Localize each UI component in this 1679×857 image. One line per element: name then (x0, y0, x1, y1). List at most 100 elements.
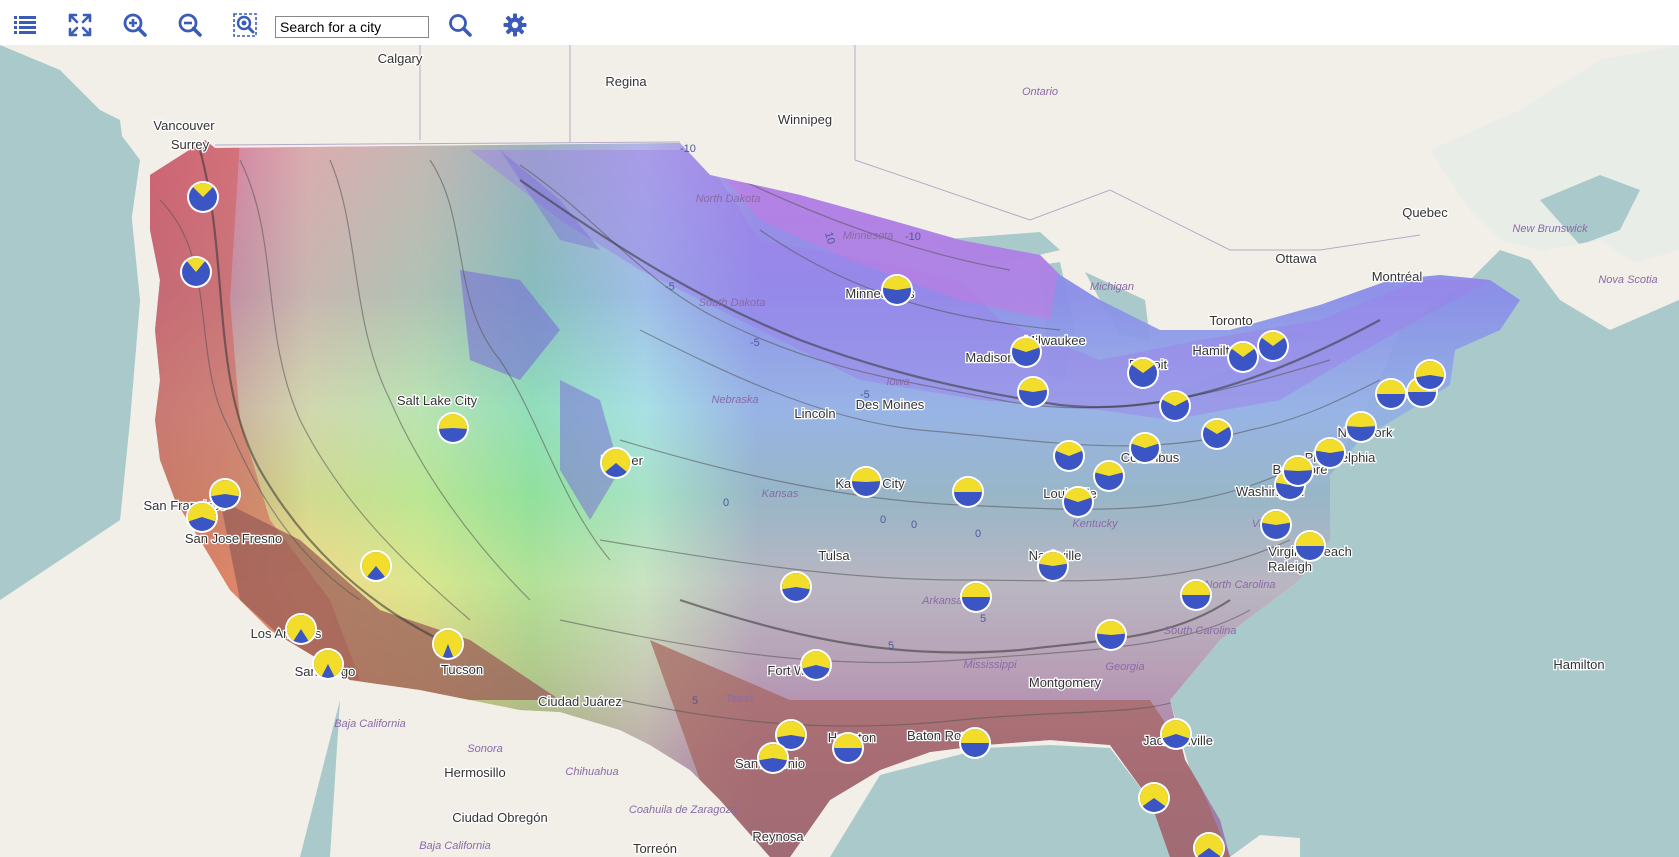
region-label: Ontario (1022, 86, 1058, 98)
region-label: Kansas (762, 488, 799, 500)
region-label: Iowa (886, 376, 909, 388)
city-label: Madison (965, 350, 1014, 365)
zoom-in-icon (123, 13, 147, 37)
city-label: Hermosillo (444, 765, 505, 780)
city-pie-marker[interactable] (800, 649, 832, 681)
search-icon (449, 14, 472, 37)
region-label: Nova Scotia (1598, 274, 1657, 286)
region-label: South Dakota (699, 297, 766, 309)
contour-label: 0 (880, 514, 886, 526)
city-pie-marker[interactable] (959, 727, 991, 759)
city-pie-marker[interactable] (1257, 330, 1289, 362)
city-pie-marker[interactable] (1053, 440, 1085, 472)
city-label: Lincoln (794, 406, 835, 421)
city-pie-marker[interactable] (1260, 509, 1292, 541)
city-pie-marker[interactable] (285, 613, 317, 645)
city-pie-marker[interactable] (832, 732, 864, 764)
city-pie-marker[interactable] (1294, 530, 1326, 562)
city-pie-marker[interactable] (1062, 486, 1094, 518)
search-button[interactable] (445, 10, 475, 40)
zoom-out-icon (178, 13, 202, 37)
contour-label: 5 (692, 695, 698, 707)
map-canvas[interactable]: -10 -10 10 -5 -5 -5 0 0 0 0 5 5 5 Calgar… (0, 45, 1679, 857)
city-label: Reynosa (752, 829, 804, 844)
region-label: Baja California (334, 718, 406, 730)
city-pie-marker[interactable] (1095, 619, 1127, 651)
region-label: Sonora (467, 743, 502, 755)
region-label: North Carolina (1205, 579, 1276, 591)
contour-label: -10 (905, 231, 921, 243)
city-pie-marker[interactable] (1159, 390, 1191, 422)
city-pie-marker[interactable] (1227, 341, 1259, 373)
city-pie-marker[interactable] (881, 274, 913, 306)
city-pie-marker[interactable] (600, 447, 632, 479)
layers-list-button[interactable] (10, 10, 40, 40)
city-label: Torreón (633, 841, 677, 856)
city-pie-marker[interactable] (960, 581, 992, 613)
zoom-out-button[interactable] (175, 10, 205, 40)
city-pie-marker[interactable] (1180, 579, 1212, 611)
zoom-in-button[interactable] (120, 10, 150, 40)
region-label: Michigan (1090, 281, 1134, 293)
fullscreen-icon (68, 13, 92, 37)
city-label: Toronto (1209, 313, 1252, 328)
city-label: Hamilton (1553, 657, 1604, 672)
region-label: Chihuahua (565, 766, 618, 778)
fullscreen-button[interactable] (65, 10, 95, 40)
city-pie-marker[interactable] (1127, 357, 1159, 389)
region-label: Nebraska (711, 394, 758, 406)
city-pie-marker[interactable] (186, 501, 218, 533)
city-pie-marker[interactable] (1375, 378, 1407, 410)
city-label: Calgary (378, 51, 423, 66)
city-pie-marker[interactable] (850, 466, 882, 498)
region-label: Mississippi (963, 659, 1017, 671)
region-label: North Dakota (696, 193, 761, 205)
city-pie-marker[interactable] (437, 412, 469, 444)
contour-label: -5 (750, 337, 760, 349)
city-pie-marker[interactable] (1282, 455, 1314, 487)
city-pie-marker[interactable] (1093, 460, 1125, 492)
city-pie-marker[interactable] (1345, 411, 1377, 443)
region-label: South Carolina (1164, 625, 1237, 637)
city-label: Ottawa (1275, 251, 1317, 266)
contour-label: 0 (975, 528, 981, 540)
zoom-extent-button[interactable] (230, 10, 260, 40)
city-label: Salt Lake City (397, 393, 478, 408)
city-pie-marker[interactable] (312, 648, 344, 680)
map-view[interactable]: -10 -10 10 -5 -5 -5 0 0 0 0 5 5 5 Calgar… (0, 45, 1679, 857)
city-pie-marker[interactable] (1129, 432, 1161, 464)
city-pie-marker[interactable] (1314, 437, 1346, 469)
city-pie-marker[interactable] (1017, 376, 1049, 408)
gear-icon (503, 13, 527, 37)
zoom-extent-icon (233, 13, 257, 37)
city-label: Des Moines (856, 397, 925, 412)
city-label: San Jose (185, 531, 239, 546)
city-label: Tulsa (818, 548, 850, 563)
city-pie-marker[interactable] (780, 571, 812, 603)
city-pie-marker[interactable] (1160, 718, 1192, 750)
city-pie-marker[interactable] (757, 742, 789, 774)
contour-label: 0 (911, 519, 917, 531)
city-pie-marker[interactable] (1201, 418, 1233, 450)
city-label: Quebec (1402, 205, 1448, 220)
city-pie-marker[interactable] (432, 628, 464, 660)
city-search-input[interactable] (275, 16, 429, 38)
settings-button[interactable] (500, 10, 530, 40)
city-pie-marker[interactable] (952, 476, 984, 508)
city-pie-marker[interactable] (209, 478, 241, 510)
region-label: Coahuila de Zaragoza (629, 804, 737, 816)
city-label: Tucson (441, 662, 483, 677)
city-pie-marker[interactable] (187, 181, 219, 213)
region-label: Minnesota (843, 230, 894, 242)
city-pie-marker[interactable] (1037, 550, 1069, 582)
city-label: Ciudad Juárez (538, 694, 622, 709)
region-label: Baja California (419, 840, 491, 852)
city-pie-marker[interactable] (1414, 359, 1446, 391)
city-label: Vancouver (153, 118, 215, 133)
city-pie-marker[interactable] (360, 550, 392, 582)
city-pie-marker[interactable] (1010, 336, 1042, 368)
city-pie-marker[interactable] (180, 256, 212, 288)
contour-label: -10 (680, 143, 696, 155)
region-label: Texas (726, 693, 755, 705)
city-pie-marker[interactable] (1138, 782, 1170, 814)
